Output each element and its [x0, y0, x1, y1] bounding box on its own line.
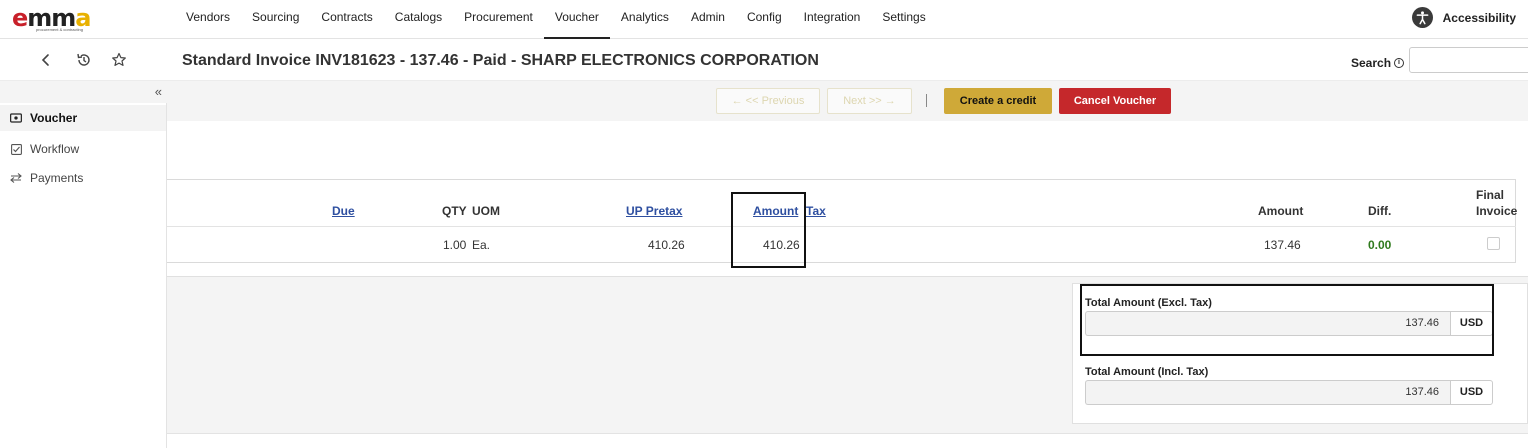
cell-uom: Ea. — [472, 238, 491, 252]
final-invoice-checkbox[interactable] — [1487, 237, 1500, 250]
column-header-due[interactable]: Due — [332, 204, 355, 218]
previous-button[interactable]: ← << Previous — [716, 88, 820, 114]
history-icon[interactable] — [74, 50, 94, 70]
column-header-qty: QTY — [442, 204, 467, 218]
main-menu: Vendors Sourcing Contracts Catalogs Proc… — [175, 0, 937, 39]
nav-config[interactable]: Config — [736, 0, 793, 39]
emma-logo[interactable]: emma procurement & contracting — [12, 6, 126, 32]
column-header-final: Final — [1476, 188, 1505, 202]
collapse-sidebar-icon[interactable]: « — [155, 84, 162, 99]
sidebar-item-label: Workflow — [30, 142, 80, 156]
star-icon[interactable] — [109, 50, 129, 70]
column-header-up-pretax[interactable]: UP Pretax — [626, 204, 682, 218]
accessibility-button[interactable]: Accessibility — [1411, 7, 1516, 28]
amount-column-highlight — [731, 192, 806, 268]
sidebar-item-workflow[interactable]: Workflow — [0, 136, 166, 162]
page-header: Standard Invoice INV181623 - 137.46 - Pa… — [0, 39, 1528, 81]
nav-analytics[interactable]: Analytics — [610, 0, 680, 39]
sidebar: « Voucher Workflow Payments — [0, 81, 167, 448]
sidebar-item-voucher[interactable]: Voucher — [0, 105, 166, 131]
accessibility-label: Accessibility — [1442, 10, 1516, 25]
back-icon[interactable] — [36, 50, 56, 70]
toolbar-separator — [926, 94, 927, 107]
nav-sourcing[interactable]: Sourcing — [241, 0, 310, 39]
column-header-invoice: Invoice — [1476, 204, 1518, 218]
column-header-tax[interactable]: Tax — [806, 204, 826, 218]
nav-procurement[interactable]: Procurement — [453, 0, 544, 39]
total-incl-tax-field: 137.46 — [1085, 380, 1451, 405]
nav-integration[interactable]: Integration — [793, 0, 872, 39]
column-header-amount-total: Amount — [1258, 204, 1304, 218]
total-excl-tax-highlight — [1080, 284, 1494, 356]
transfer-icon — [10, 173, 22, 183]
next-button[interactable]: Next >> → — [827, 88, 912, 114]
nav-contracts[interactable]: Contracts — [310, 0, 383, 39]
column-header-diff: Diff. — [1368, 204, 1392, 218]
cell-up-pretax: 410.26 — [648, 238, 685, 252]
page-title: Standard Invoice INV181623 - 137.46 - Pa… — [182, 52, 819, 69]
header-divider — [167, 226, 1516, 227]
nav-voucher[interactable]: Voucher — [543, 0, 610, 39]
voucher-icon — [10, 113, 22, 123]
search-label: Search i — [1351, 56, 1405, 70]
cancel-voucher-button[interactable]: Cancel Voucher — [1059, 88, 1171, 114]
total-incl-tax-currency: USD — [1450, 380, 1493, 405]
nav-catalogs[interactable]: Catalogs — [384, 0, 453, 39]
search-input[interactable] — [1409, 47, 1528, 73]
invoice-lines-table: Due QTY UOM UP Pretax Amount Tax Amount … — [167, 179, 1518, 263]
cell-qty: 1.00 — [443, 238, 467, 252]
info-icon[interactable]: i — [1394, 58, 1405, 68]
nav-admin[interactable]: Admin — [680, 0, 736, 39]
nav-settings[interactable]: Settings — [871, 0, 936, 39]
sidebar-item-label: Payments — [30, 171, 84, 185]
logo-tagline: procurement & contracting — [36, 27, 83, 32]
sidebar-item-label: Voucher — [30, 111, 78, 125]
top-navigation: emma procurement & contracting Vendors S… — [0, 0, 1528, 39]
nav-vendors[interactable]: Vendors — [175, 0, 241, 39]
sidebar-collapse-bar: « — [0, 81, 167, 103]
main-content: ← << Previous Next >> → Create a credit … — [167, 81, 1528, 448]
action-toolbar: ← << Previous Next >> → Create a credit … — [167, 81, 1528, 121]
create-credit-button[interactable]: Create a credit — [944, 88, 1052, 114]
accessibility-icon — [1411, 7, 1433, 28]
checkbox-icon — [10, 143, 22, 155]
sidebar-item-payments[interactable]: Payments — [0, 165, 166, 191]
total-incl-tax-label: Total Amount (Incl. Tax) — [1085, 366, 1209, 378]
bottom-divider — [167, 433, 1528, 434]
column-header-uom: UOM — [472, 204, 500, 218]
cell-diff: 0.00 — [1368, 238, 1392, 252]
cell-amount-total: 137.46 — [1264, 238, 1301, 252]
